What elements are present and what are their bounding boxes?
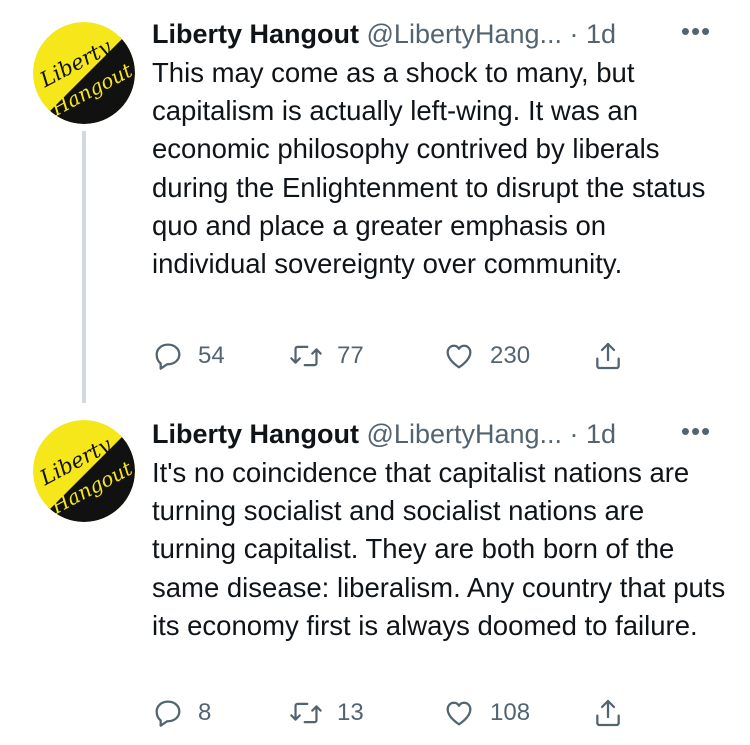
separator-dot: · — [562, 19, 587, 49]
more-options-icon[interactable]: ••• — [676, 14, 716, 54]
author-name[interactable]: Liberty Hangout — [152, 19, 359, 49]
share-button[interactable] — [592, 336, 624, 376]
reply-count: 54 — [198, 342, 225, 369]
reply-button[interactable]: 54 — [152, 336, 225, 376]
retweet-count: 13 — [337, 699, 364, 726]
like-button[interactable]: 230 — [442, 336, 530, 376]
tweet-header: Liberty Hangout @LibertyHang... · 1d — [152, 14, 742, 54]
like-button[interactable]: 108 — [442, 693, 530, 733]
timestamp[interactable]: 1d — [586, 419, 616, 449]
tweet-actions: 54 77 230 — [152, 336, 652, 376]
tweet-header: Liberty Hangout @LibertyHang... · 1d — [152, 414, 742, 454]
liberty-hangout-logo: Liberty Hangout — [33, 22, 135, 124]
share-icon — [592, 697, 624, 729]
tweet-text: This may come as a shock to many, but ca… — [152, 57, 706, 280]
like-count: 230 — [490, 342, 531, 369]
retweet-icon — [289, 340, 323, 372]
author-name[interactable]: Liberty Hangout — [152, 419, 359, 449]
tweet-actions: 8 13 108 — [152, 693, 652, 733]
heart-icon — [442, 340, 476, 372]
separator-dot: · — [562, 419, 587, 449]
heart-icon — [442, 697, 476, 729]
liberty-hangout-logo: Liberty Hangout — [33, 420, 135, 522]
avatar[interactable]: Liberty Hangout — [33, 420, 135, 522]
tweet[interactable]: Liberty Hangout Liberty Hangout @Liberty… — [0, 400, 750, 745]
author-handle[interactable]: @LibertyHang... — [367, 419, 563, 449]
author-handle[interactable]: @LibertyHang... — [367, 19, 563, 49]
retweet-count: 77 — [337, 342, 364, 369]
reply-icon — [152, 340, 184, 372]
tweet-text: It's no coincidence that capitalist nati… — [152, 457, 726, 641]
reply-button[interactable]: 8 — [152, 693, 211, 733]
tweet-thread: Liberty Hangout Liberty Hangout @Liberty… — [0, 0, 750, 745]
retweet-button[interactable]: 77 — [289, 336, 364, 376]
avatar[interactable]: Liberty Hangout — [33, 22, 135, 124]
reply-icon — [152, 697, 184, 729]
retweet-icon — [289, 697, 323, 729]
share-button[interactable] — [592, 693, 624, 733]
reply-count: 8 — [198, 699, 212, 726]
tweet[interactable]: Liberty Hangout Liberty Hangout @Liberty… — [0, 0, 750, 395]
share-icon — [592, 340, 624, 372]
like-count: 108 — [490, 699, 531, 726]
more-options-icon[interactable]: ••• — [676, 414, 716, 454]
thread-connector-line — [82, 131, 86, 403]
timestamp[interactable]: 1d — [586, 19, 616, 49]
retweet-button[interactable]: 13 — [289, 693, 364, 733]
